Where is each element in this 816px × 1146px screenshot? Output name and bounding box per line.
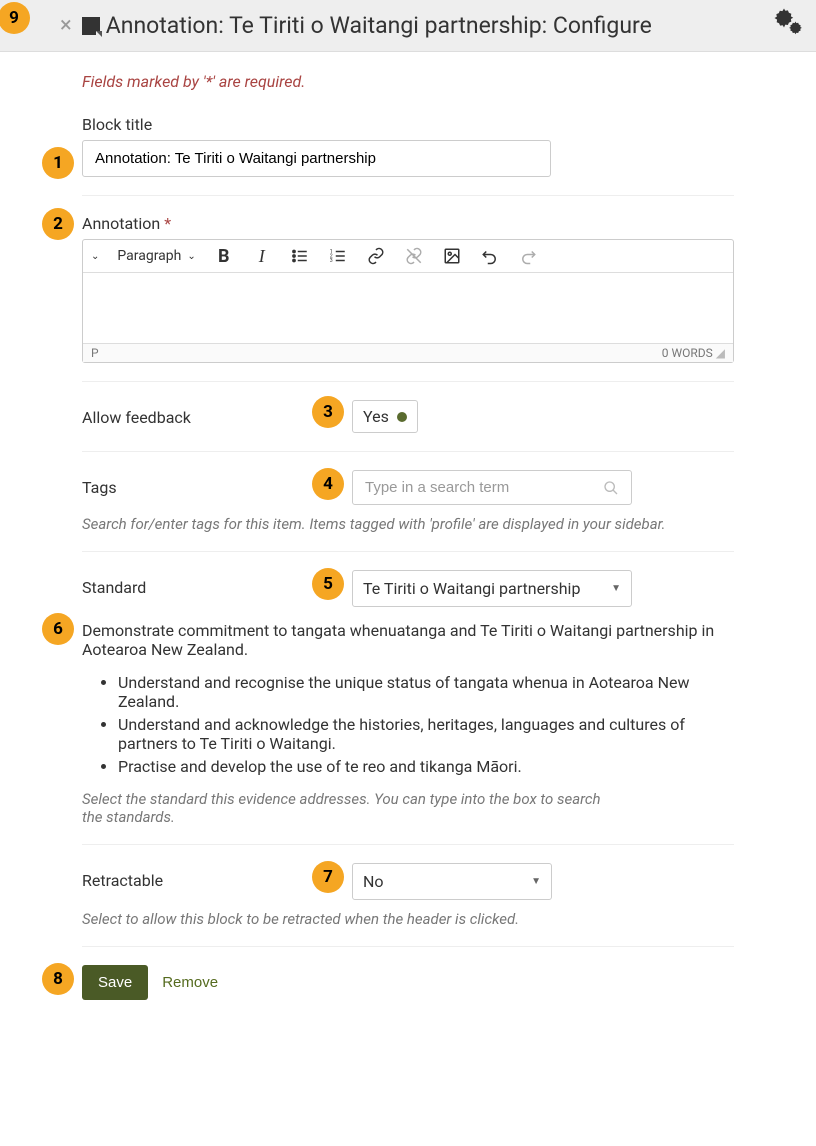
chevron-down-icon: ▼: [531, 876, 541, 887]
editor-status-bar: P 0 WORDS ◢: [83, 343, 733, 362]
note-icon: [82, 17, 100, 35]
block-title-label: Block title: [82, 115, 734, 134]
modal-header: 9 × Annotation: Te Tiriti o Waitangi par…: [0, 0, 816, 52]
bullet-list-button[interactable]: [290, 246, 310, 266]
standard-bullets: Understand and recognise the unique stat…: [118, 673, 734, 776]
search-icon: [603, 480, 619, 496]
svg-text:3: 3: [330, 258, 333, 264]
settings-gear-icon[interactable]: [772, 6, 804, 45]
bold-button[interactable]: B: [214, 246, 234, 266]
close-icon[interactable]: ×: [60, 15, 72, 37]
tags-input[interactable]: [365, 479, 603, 496]
list-item: Practise and develop the use of te reo a…: [118, 757, 734, 776]
tags-search-wrapper: [352, 470, 632, 505]
marker-8: 8: [42, 963, 74, 995]
standard-select[interactable]: Te Tiriti o Waitangi partnership ▼: [352, 570, 632, 607]
standard-description: Demonstrate commitment to tangata whenua…: [82, 621, 734, 659]
chevron-down-icon: ▼: [611, 583, 621, 594]
list-item: Understand and recognise the unique stat…: [118, 673, 734, 711]
editor-content-area[interactable]: [83, 273, 733, 343]
block-title-input[interactable]: [82, 140, 551, 177]
annotation-editor: ⌄ Paragraph ⌄ B I 123 P 0 WORDS ◢: [82, 239, 734, 363]
marker-2: 2: [42, 208, 74, 240]
image-button[interactable]: [442, 246, 462, 266]
allow-feedback-toggle[interactable]: Yes: [352, 400, 418, 433]
editor-menu-toggle[interactable]: ⌄: [91, 251, 99, 262]
italic-button[interactable]: I: [252, 246, 272, 266]
list-item: Understand and acknowledge the histories…: [118, 715, 734, 753]
editor-format-select[interactable]: Paragraph ⌄: [117, 248, 195, 264]
undo-button[interactable]: [480, 246, 500, 266]
standard-help-text: Select the standard this evidence addres…: [82, 790, 602, 826]
standard-description-block: 6 Demonstrate commitment to tangata when…: [82, 621, 734, 776]
editor-word-count: 0 WORDS: [662, 346, 713, 360]
toggle-indicator-icon: [397, 412, 407, 422]
link-button[interactable]: [366, 246, 386, 266]
marker-3: 3: [312, 396, 344, 428]
save-button[interactable]: Save: [82, 965, 148, 1000]
retractable-help-text: Select to allow this block to be retract…: [82, 910, 734, 928]
editor-resize-handle[interactable]: ◢: [716, 346, 725, 360]
retractable-select[interactable]: No ▼: [352, 863, 552, 900]
marker-6: 6: [42, 613, 74, 645]
tags-help-text: Search for/enter tags for this item. Ite…: [82, 515, 734, 533]
unlink-button[interactable]: [404, 246, 424, 266]
marker-5: 5: [312, 568, 344, 600]
remove-button[interactable]: Remove: [162, 974, 218, 991]
numbered-list-button[interactable]: 123: [328, 246, 348, 266]
editor-toolbar: ⌄ Paragraph ⌄ B I 123: [83, 240, 733, 273]
annotation-label: Annotation *: [82, 214, 734, 233]
editor-path: P: [91, 346, 99, 360]
modal-title: Annotation: Te Tiriti o Waitangi partner…: [106, 12, 772, 39]
redo-button[interactable]: [518, 246, 538, 266]
required-fields-note: Fields marked by '*' are required.: [82, 72, 734, 91]
marker-4: 4: [312, 468, 344, 500]
marker-1: 1: [42, 147, 74, 179]
marker-9: 9: [0, 2, 30, 34]
marker-7: 7: [312, 861, 344, 893]
